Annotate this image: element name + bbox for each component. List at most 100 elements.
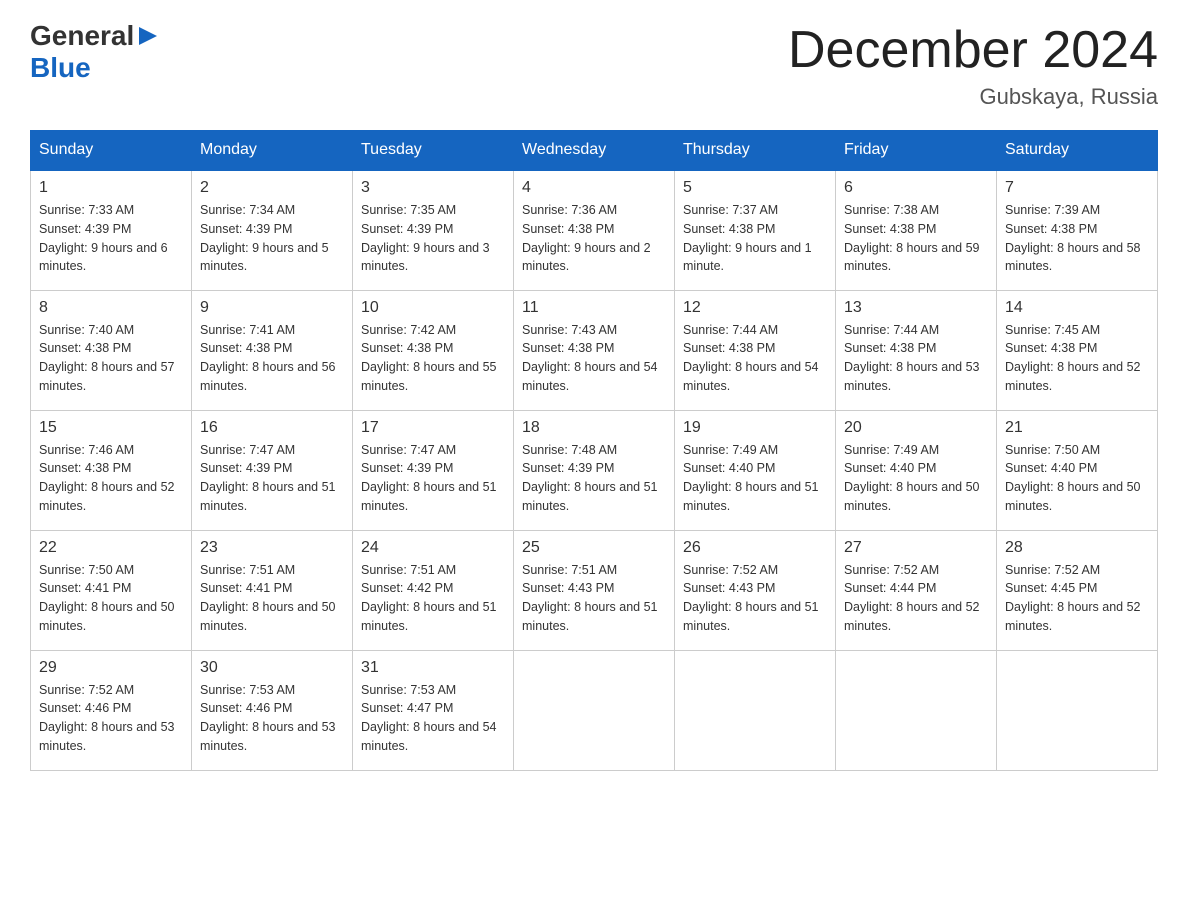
col-header-wednesday: Wednesday	[514, 131, 675, 171]
calendar-cell: 24Sunrise: 7:51 AMSunset: 4:42 PMDayligh…	[353, 530, 514, 650]
day-info: Sunrise: 7:49 AMSunset: 4:40 PMDaylight:…	[844, 441, 988, 516]
logo-blue-text: Blue	[30, 52, 91, 83]
calendar-cell: 21 Sunrise: 7:50 AMSunset: 4:40 PMDayligh…	[997, 410, 1158, 530]
calendar-cell: 10 Sunrise: 7:42 AMSunset: 4:38 PMDayligh…	[353, 290, 514, 410]
calendar-cell: 7 Sunrise: 7:39 AMSunset: 4:38 PMDaylight…	[997, 170, 1158, 290]
location-text: Gubskaya, Russia	[788, 84, 1158, 110]
calendar-week-row: 15 Sunrise: 7:46 AMSunset: 4:38 PMDayligh…	[31, 410, 1158, 530]
day-info: Sunrise: 7:53 AMSunset: 4:47 PMDaylight:…	[361, 681, 505, 756]
day-info: Sunrise: 7:35 AMSunset: 4:39 PMDaylight:…	[361, 201, 505, 276]
calendar-cell: 26Sunrise: 7:52 AMSunset: 4:43 PMDayligh…	[675, 530, 836, 650]
day-number: 3	[361, 179, 505, 197]
calendar-cell	[514, 650, 675, 770]
day-info: Sunrise: 7:34 AMSunset: 4:39 PMDaylight:…	[200, 201, 344, 276]
logo: General Blue	[30, 20, 162, 84]
calendar-week-row: 1 Sunrise: 7:33 AMSunset: 4:39 PMDaylight…	[31, 170, 1158, 290]
day-number: 14	[1005, 299, 1149, 317]
calendar-cell: 14Sunrise: 7:45 AMSunset: 4:38 PMDayligh…	[997, 290, 1158, 410]
day-info: Sunrise: 7:33 AMSunset: 4:39 PMDaylight:…	[39, 201, 183, 276]
col-header-monday: Monday	[192, 131, 353, 171]
calendar-cell: 27 Sunrise: 7:52 AMSunset: 4:44 PMDayligh…	[836, 530, 997, 650]
logo-general-text: General	[30, 20, 134, 52]
day-info: Sunrise: 7:47 AMSunset: 4:39 PMDaylight:…	[361, 441, 505, 516]
calendar-cell: 3 Sunrise: 7:35 AMSunset: 4:39 PMDaylight…	[353, 170, 514, 290]
day-info: Sunrise: 7:42 AMSunset: 4:38 PMDaylight:…	[361, 321, 505, 396]
day-info: Sunrise: 7:47 AMSunset: 4:39 PMDaylight:…	[200, 441, 344, 516]
calendar-cell: 17 Sunrise: 7:47 AMSunset: 4:39 PMDayligh…	[353, 410, 514, 530]
day-number: 7	[1005, 179, 1149, 197]
day-number: 5	[683, 179, 827, 197]
day-info: Sunrise: 7:36 AMSunset: 4:38 PMDaylight:…	[522, 201, 666, 276]
col-header-saturday: Saturday	[997, 131, 1158, 171]
day-number: 28	[1005, 539, 1149, 557]
day-info: Sunrise: 7:53 AMSunset: 4:46 PMDaylight:…	[200, 681, 344, 756]
calendar-cell: 19Sunrise: 7:49 AMSunset: 4:40 PMDayligh…	[675, 410, 836, 530]
day-number: 30	[200, 659, 344, 677]
calendar-cell: 29Sunrise: 7:52 AMSunset: 4:46 PMDayligh…	[31, 650, 192, 770]
calendar-cell: 9 Sunrise: 7:41 AMSunset: 4:38 PMDaylight…	[192, 290, 353, 410]
calendar-week-row: 8 Sunrise: 7:40 AMSunset: 4:38 PMDaylight…	[31, 290, 1158, 410]
day-number: 16	[200, 419, 344, 437]
calendar-cell	[997, 650, 1158, 770]
day-info: Sunrise: 7:37 AMSunset: 4:38 PMDaylight:…	[683, 201, 827, 276]
day-number: 11	[522, 299, 666, 317]
calendar-cell: 31 Sunrise: 7:53 AMSunset: 4:47 PMDayligh…	[353, 650, 514, 770]
day-info: Sunrise: 7:51 AMSunset: 4:41 PMDaylight:…	[200, 561, 344, 636]
title-section: December 2024 Gubskaya, Russia	[788, 20, 1158, 110]
col-header-sunday: Sunday	[31, 131, 192, 171]
calendar-cell: 18Sunrise: 7:48 AMSunset: 4:39 PMDayligh…	[514, 410, 675, 530]
day-info: Sunrise: 7:52 AMSunset: 4:44 PMDaylight:…	[844, 561, 988, 636]
calendar-cell: 23Sunrise: 7:51 AMSunset: 4:41 PMDayligh…	[192, 530, 353, 650]
day-number: 9	[200, 299, 344, 317]
calendar-cell	[675, 650, 836, 770]
day-number: 1	[39, 179, 183, 197]
day-info: Sunrise: 7:41 AMSunset: 4:38 PMDaylight:…	[200, 321, 344, 396]
day-info: Sunrise: 7:52 AMSunset: 4:46 PMDaylight:…	[39, 681, 183, 756]
calendar-cell: 15 Sunrise: 7:46 AMSunset: 4:38 PMDayligh…	[31, 410, 192, 530]
logo-arrow-icon	[137, 25, 159, 47]
day-number: 8	[39, 299, 183, 317]
calendar-cell: 2 Sunrise: 7:34 AMSunset: 4:39 PMDaylight…	[192, 170, 353, 290]
day-info: Sunrise: 7:46 AMSunset: 4:38 PMDaylight:…	[39, 441, 183, 516]
day-number: 27	[844, 539, 988, 557]
calendar-week-row: 29Sunrise: 7:52 AMSunset: 4:46 PMDayligh…	[31, 650, 1158, 770]
day-number: 2	[200, 179, 344, 197]
calendar-cell: 6Sunrise: 7:38 AMSunset: 4:38 PMDaylight…	[836, 170, 997, 290]
day-info: Sunrise: 7:38 AMSunset: 4:38 PMDaylight:…	[844, 201, 988, 276]
day-number: 22	[39, 539, 183, 557]
day-info: Sunrise: 7:43 AMSunset: 4:38 PMDaylight:…	[522, 321, 666, 396]
calendar-cell: 1 Sunrise: 7:33 AMSunset: 4:39 PMDaylight…	[31, 170, 192, 290]
calendar-cell: 22 Sunrise: 7:50 AMSunset: 4:41 PMDayligh…	[31, 530, 192, 650]
day-info: Sunrise: 7:44 AMSunset: 4:38 PMDaylight:…	[844, 321, 988, 396]
day-number: 25	[522, 539, 666, 557]
day-number: 17	[361, 419, 505, 437]
calendar-cell: 4Sunrise: 7:36 AMSunset: 4:38 PMDaylight…	[514, 170, 675, 290]
month-title: December 2024	[788, 20, 1158, 80]
calendar-cell: 11 Sunrise: 7:43 AMSunset: 4:38 PMDayligh…	[514, 290, 675, 410]
day-info: Sunrise: 7:39 AMSunset: 4:38 PMDaylight:…	[1005, 201, 1149, 276]
page-header: General Blue December 2024 Gubskaya, Rus…	[30, 20, 1158, 110]
day-number: 31	[361, 659, 505, 677]
col-header-thursday: Thursday	[675, 131, 836, 171]
day-info: Sunrise: 7:50 AMSunset: 4:41 PMDaylight:…	[39, 561, 183, 636]
day-info: Sunrise: 7:52 AMSunset: 4:43 PMDaylight:…	[683, 561, 827, 636]
col-header-friday: Friday	[836, 131, 997, 171]
calendar-cell: 20Sunrise: 7:49 AMSunset: 4:40 PMDayligh…	[836, 410, 997, 530]
col-header-tuesday: Tuesday	[353, 131, 514, 171]
day-number: 19	[683, 419, 827, 437]
day-number: 21	[1005, 419, 1149, 437]
day-info: Sunrise: 7:50 AMSunset: 4:40 PMDaylight:…	[1005, 441, 1149, 516]
calendar-cell: 8 Sunrise: 7:40 AMSunset: 4:38 PMDaylight…	[31, 290, 192, 410]
calendar-cell: 25 Sunrise: 7:51 AMSunset: 4:43 PMDayligh…	[514, 530, 675, 650]
day-number: 18	[522, 419, 666, 437]
day-number: 15	[39, 419, 183, 437]
day-info: Sunrise: 7:40 AMSunset: 4:38 PMDaylight:…	[39, 321, 183, 396]
day-number: 10	[361, 299, 505, 317]
day-info: Sunrise: 7:51 AMSunset: 4:43 PMDaylight:…	[522, 561, 666, 636]
calendar-header-row: SundayMondayTuesdayWednesdayThursdayFrid…	[31, 131, 1158, 171]
calendar-week-row: 22 Sunrise: 7:50 AMSunset: 4:41 PMDayligh…	[31, 530, 1158, 650]
calendar-cell: 30 Sunrise: 7:53 AMSunset: 4:46 PMDayligh…	[192, 650, 353, 770]
day-info: Sunrise: 7:52 AMSunset: 4:45 PMDaylight:…	[1005, 561, 1149, 636]
calendar-cell: 28 Sunrise: 7:52 AMSunset: 4:45 PMDayligh…	[997, 530, 1158, 650]
calendar-cell: 12Sunrise: 7:44 AMSunset: 4:38 PMDayligh…	[675, 290, 836, 410]
